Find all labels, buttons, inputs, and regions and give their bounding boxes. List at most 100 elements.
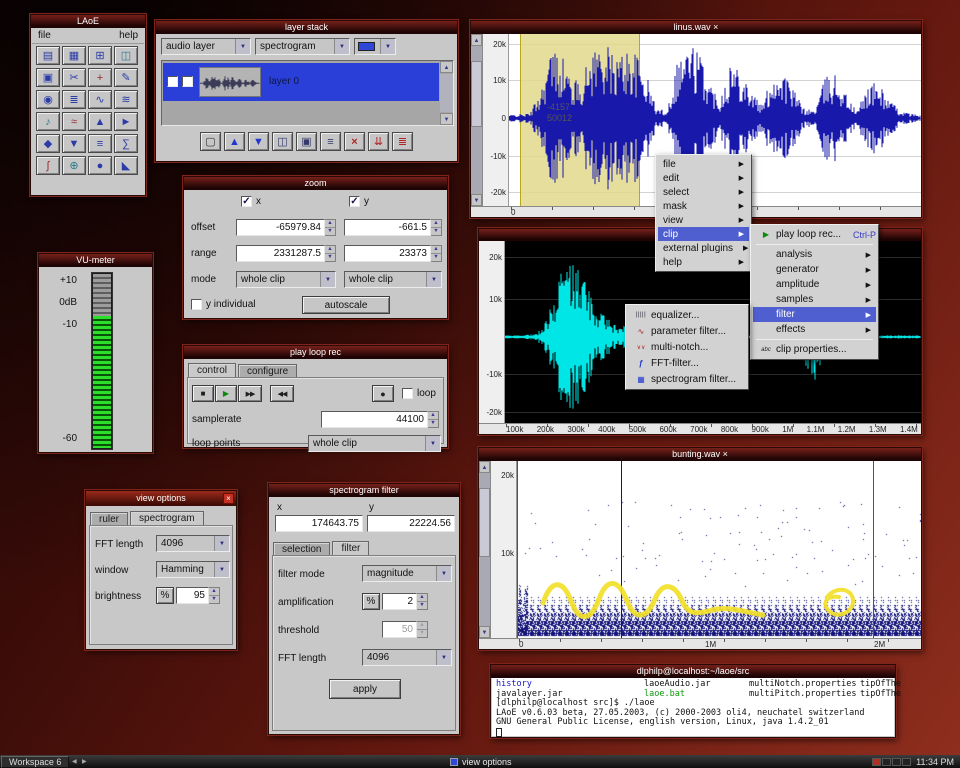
tool-move-icon[interactable]: + [88,68,112,87]
chevron-down-icon[interactable]: ▼ [436,566,451,581]
y-position-field[interactable]: 22224.56 [367,515,455,532]
title-bar[interactable]: play loop rec [184,346,447,359]
scrollbar-thumb[interactable] [471,61,482,128]
tool-sum-icon[interactable]: ∑ [114,134,138,153]
merge-down-button[interactable]: ⇊ [368,132,389,151]
menu-item-help[interactable]: help▶ [658,255,749,269]
filter-mode-select[interactable]: magnitude▼ [362,565,452,582]
mode-x-select[interactable]: whole clip▼ [236,271,336,288]
autoscale-button[interactable]: autoscale [302,296,390,314]
range-x-spinner[interactable]: 2331287.5▲▼ [236,245,336,262]
pager[interactable] [872,758,911,766]
mode-y-select[interactable]: whole clip▼ [344,271,442,288]
spin-up-icon[interactable]: ▲ [325,246,335,254]
spin-down-icon[interactable]: ▼ [209,596,219,603]
spin-up-icon[interactable]: ▲ [325,220,335,228]
tool-paste-icon[interactable]: ▣ [36,68,60,87]
tool-spectrum-icon[interactable]: ≋ [114,90,138,109]
duplicate-layer-button[interactable]: ≡ [320,132,341,151]
spin-up-icon[interactable]: ▲ [209,588,219,596]
menu-item-spectrogram-filter[interactable]: ▦spectrogram filter... [628,371,746,387]
chevron-down-icon[interactable]: ▼ [320,272,335,287]
scroll-down-icon[interactable]: ▼ [479,626,490,638]
tool-marker-up-icon[interactable]: ▲ [88,112,112,131]
scroll-down-icon[interactable]: ▼ [471,194,482,206]
tool-record-icon[interactable]: ● [88,156,112,175]
tool-play-icon[interactable]: ► [114,112,138,131]
tab-filter[interactable]: filter [332,541,369,556]
tool-insert-icon[interactable]: ⊕ [62,156,86,175]
window-function-select[interactable]: Hamming▼ [156,561,230,578]
scroll-up-icon[interactable]: ▲ [440,61,453,73]
menu-item-play-loop-rec[interactable]: ▶ play loop rec... Ctrl-P [753,227,876,242]
tab-control[interactable]: control [188,363,236,378]
loop-checkbox[interactable] [402,388,413,399]
delete-layer-button[interactable]: × [344,132,365,151]
range-y-spinner[interactable]: 23373▲▼ [344,245,442,262]
title-bar[interactable]: LAoE [31,15,145,28]
record-button[interactable]: ● [372,385,394,402]
pager-cell[interactable] [892,758,901,766]
spin-down-icon[interactable]: ▼ [431,228,441,235]
workspace-button[interactable]: Workspace 6 [1,756,69,768]
spin-down-icon[interactable]: ▼ [325,228,335,235]
vertical-scrollbar[interactable]: ▲ ▼ [471,34,483,206]
menu-file[interactable]: file [38,30,51,41]
y-axis-checkbox[interactable]: ✓ [349,196,360,207]
tab-selection[interactable]: selection [273,542,330,556]
brightness-spinner[interactable]: 95▲▼ [176,587,220,604]
menu-item-amplitude[interactable]: amplitude▶ [753,277,876,292]
tool-smooth-icon[interactable]: ≈ [62,112,86,131]
layer-type-select[interactable]: audio layer▼ [161,38,251,55]
amplification-unit[interactable]: % [362,593,380,610]
menu-item-edit[interactable]: edit▶ [658,171,749,185]
fft-length-select[interactable]: 4096▼ [156,535,230,552]
menu-item-external-plugins[interactable]: external plugins▶ [658,241,749,255]
chevron-down-icon[interactable]: ▼ [436,650,451,665]
layer-color-select[interactable]: ▼ [354,38,396,55]
spin-up-icon[interactable]: ▲ [428,412,438,420]
rewind-button[interactable]: ◀◀ [270,385,294,402]
paste-layer-button[interactable]: ▣ [296,132,317,151]
stop-button[interactable]: ■ [192,385,214,402]
layer-audible-checkbox[interactable] [182,76,193,87]
menu-item-samples[interactable]: samples▶ [753,292,876,307]
terminal-content[interactable]: history laoeAudio.jar multiNotch.propert… [492,678,894,736]
tool-marker-icon[interactable]: ◆ [36,134,60,153]
workspace-next-icon[interactable]: ▶ [79,758,89,765]
menu-item-generator[interactable]: generator▶ [753,262,876,277]
copy-layer-button[interactable]: ◫ [272,132,293,151]
chevron-down-icon[interactable]: ▼ [380,39,395,54]
chevron-down-icon[interactable]: ▼ [425,436,440,451]
spin-down-icon[interactable]: ▼ [428,420,438,427]
brightness-unit[interactable]: % [156,587,174,604]
layer-row[interactable]: layer 0 [163,63,439,101]
scroll-up-icon[interactable]: ▲ [471,34,482,46]
title-bar[interactable]: zoom [184,177,447,190]
y-individual-checkbox[interactable] [191,299,202,310]
active-window-task[interactable]: view options [450,757,512,767]
menu-item-analysis[interactable]: analysis▶ [753,247,876,262]
x-axis-checkbox[interactable]: ✓ [241,196,252,207]
menu-item-fft-filter[interactable]: ƒFFT-filter... [628,355,746,371]
tool-layers-icon[interactable]: ≡ [88,134,112,153]
menu-item-clip-properties[interactable]: abc clip properties... [753,342,876,357]
tool-open-icon[interactable]: ▤ [36,46,60,65]
menu-item-equalizer[interactable]: |||||equalizer... [628,307,746,323]
tool-select-corner-icon[interactable]: ◣ [114,156,138,175]
menu-help[interactable]: help [119,30,138,41]
chevron-down-icon[interactable]: ▼ [214,536,229,551]
menu-item-mask[interactable]: mask▶ [658,199,749,213]
menu-item-parameter-filter[interactable]: ∿parameter filter... [628,323,746,339]
chevron-down-icon[interactable]: ▼ [334,39,349,54]
tool-draw-icon[interactable]: ✎ [114,68,138,87]
title-bar[interactable]: bunting.wav × [479,448,921,461]
close-icon[interactable]: × [223,493,234,504]
workspace-prev-icon[interactable]: ◀ [69,758,79,765]
scrollbar-track[interactable] [479,473,490,626]
tab-spectrogram[interactable]: spectrogram [130,511,204,526]
pager-cell[interactable] [902,758,911,766]
spin-up-icon[interactable]: ▲ [431,220,441,228]
scrollbar-track[interactable] [440,74,453,112]
tool-wave-icon[interactable]: ∿ [88,90,112,109]
